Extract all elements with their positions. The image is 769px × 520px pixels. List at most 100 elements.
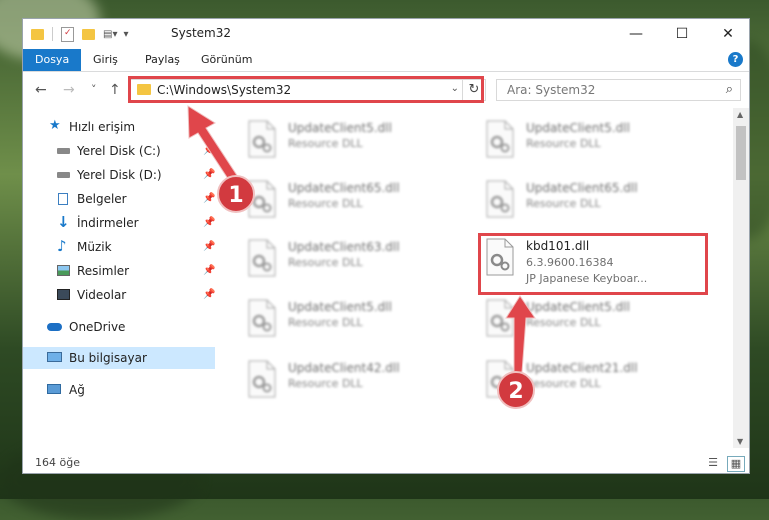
file-type: Resource DLL xyxy=(288,197,363,210)
properties-icon[interactable]: ✓ xyxy=(61,26,74,42)
drive-icon xyxy=(57,148,70,154)
file-name: UpdateClient65.dll xyxy=(288,181,400,195)
file-item[interactable]: UpdateClient63.dll Resource DLL xyxy=(246,237,466,281)
scroll-up-icon[interactable]: ▲ xyxy=(737,110,743,119)
tab-view[interactable]: Görünüm xyxy=(201,49,252,71)
dll-file-icon xyxy=(246,299,278,337)
search-input[interactable]: Ara: System32 xyxy=(507,83,595,97)
tab-file[interactable]: Dosya xyxy=(23,49,82,71)
sidebar-item-this-pc[interactable]: Bu bilgisayar xyxy=(23,347,215,369)
pin-icon[interactable]: 📌 xyxy=(203,164,215,186)
sidebar-item-label: Videolar xyxy=(77,288,127,302)
help-icon[interactable]: ? xyxy=(728,52,743,67)
dll-file-icon xyxy=(246,120,278,158)
sidebar-item-label: Resimler xyxy=(77,264,130,278)
star-icon: ★ xyxy=(49,118,61,133)
file-item[interactable]: UpdateClient5.dll Resource DLL xyxy=(246,118,466,162)
sidebar-item-label: İndirmeler xyxy=(77,216,139,230)
file-type: Resource DLL xyxy=(288,256,363,269)
dll-file-icon xyxy=(484,120,516,158)
address-highlight-box xyxy=(128,76,484,103)
sidebar-item-label: Belgeler xyxy=(77,192,127,206)
search-icon[interactable]: ⌕ xyxy=(726,82,733,97)
sidebar-item-network[interactable]: Ağ xyxy=(23,379,215,401)
quick-access-toolbar: ✓ ▤▾ ▾ xyxy=(31,26,129,42)
dll-file-icon xyxy=(246,360,278,398)
file-type: Resource DLL xyxy=(526,197,601,210)
navigation-pane: ★ Hızlı erişim Yerel Disk (C:) 📌 Yerel D… xyxy=(23,108,215,448)
sidebar-item-documents[interactable]: Belgeler 📌 xyxy=(23,188,215,210)
dll-file-icon xyxy=(246,239,278,277)
file-type: Resource DLL xyxy=(526,316,601,329)
file-name: UpdateClient21.dll xyxy=(526,361,638,375)
sidebar-item-local-disk-c[interactable]: Yerel Disk (C:) 📌 xyxy=(23,140,215,162)
sidebar-item-quick-access[interactable]: ★ Hızlı erişim xyxy=(23,116,215,138)
back-button[interactable]: ← xyxy=(35,82,47,98)
sidebar-item-label: Müzik xyxy=(77,240,112,254)
toolbar-dropdown-icon[interactable]: ▾ xyxy=(123,29,128,40)
pin-icon[interactable]: 📌 xyxy=(203,212,215,234)
file-name: UpdateClient5.dll xyxy=(526,300,630,314)
file-type: Resource DLL xyxy=(526,137,601,150)
ribbon-tabs: Dosya Giriş Paylaş Görünüm ? xyxy=(23,49,749,72)
forward-button[interactable]: → xyxy=(63,82,75,98)
sidebar-item-label: Ağ xyxy=(69,383,85,397)
minimize-button[interactable]: — xyxy=(613,19,659,49)
file-item[interactable]: UpdateClient5.dll Resource DLL xyxy=(484,118,704,162)
pin-icon[interactable]: 📌 xyxy=(203,188,215,210)
pin-icon[interactable]: 📌 xyxy=(203,140,215,162)
file-type: Resource DLL xyxy=(288,137,363,150)
sidebar-item-local-disk-d[interactable]: Yerel Disk (D:) 📌 xyxy=(23,164,215,186)
file-highlight-box xyxy=(478,233,708,295)
file-type: Resource DLL xyxy=(526,377,601,390)
search-box[interactable]: Ara: System32 ⌕ xyxy=(496,79,741,101)
file-item[interactable]: UpdateClient5.dll Resource DLL xyxy=(246,297,466,341)
drive-icon xyxy=(57,172,70,178)
sidebar-item-label: Yerel Disk (C:) xyxy=(77,144,161,158)
close-button[interactable]: ✕ xyxy=(705,19,749,49)
sidebar-item-downloads[interactable]: ↓ İndirmeler 📌 xyxy=(23,212,215,234)
file-item[interactable]: UpdateClient5.dll Resource DLL xyxy=(484,297,704,341)
tiles-view-icon[interactable]: ▦ xyxy=(727,456,745,472)
file-name: UpdateClient42.dll xyxy=(288,361,400,375)
vertical-scrollbar[interactable]: ▲ ▼ xyxy=(733,108,749,448)
film-icon xyxy=(57,289,70,300)
sidebar-item-label: Yerel Disk (D:) xyxy=(77,168,162,182)
file-name: UpdateClient5.dll xyxy=(288,300,392,314)
scroll-down-icon[interactable]: ▼ xyxy=(737,437,743,446)
sidebar-item-label: Bu bilgisayar xyxy=(69,351,147,365)
file-item[interactable]: UpdateClient65.dll Resource DLL xyxy=(246,178,466,222)
file-item[interactable]: UpdateClient65.dll Resource DLL xyxy=(484,178,704,222)
separator xyxy=(52,27,53,41)
title-bar: ✓ ▤▾ ▾ System32 — ☐ ✕ xyxy=(23,19,749,49)
file-item[interactable]: UpdateClient42.dll Resource DLL xyxy=(246,358,466,402)
sidebar-item-onedrive[interactable]: OneDrive xyxy=(23,316,215,338)
item-count: 164 öğe xyxy=(35,456,80,469)
pin-icon[interactable]: 📌 xyxy=(203,284,215,306)
recent-locations-button[interactable]: ˅ xyxy=(91,83,97,96)
step-badge-1: 1 xyxy=(217,175,255,213)
tab-share[interactable]: Paylaş xyxy=(145,49,180,71)
sidebar-item-pictures[interactable]: Resimler 📌 xyxy=(23,260,215,282)
pin-icon[interactable]: 📌 xyxy=(203,236,215,258)
sidebar-item-music[interactable]: ♪ Müzik 📌 xyxy=(23,236,215,258)
folder-icon[interactable] xyxy=(31,28,44,40)
network-icon xyxy=(47,384,61,394)
cloud-icon xyxy=(47,323,62,331)
pictures-icon xyxy=(57,265,70,276)
sidebar-item-label: OneDrive xyxy=(69,320,126,334)
scrollbar-thumb[interactable] xyxy=(736,126,746,180)
documents-icon xyxy=(58,193,68,205)
status-bar: 164 öğe ☰ ▦ xyxy=(23,453,749,473)
sidebar-item-label: Hızlı erişim xyxy=(69,120,136,134)
maximize-button[interactable]: ☐ xyxy=(659,19,705,49)
pin-icon[interactable]: 📌 xyxy=(203,260,215,282)
sidebar-item-videos[interactable]: Videolar 📌 xyxy=(23,284,215,306)
new-folder-icon[interactable] xyxy=(82,28,95,40)
computer-icon xyxy=(47,352,62,362)
up-button[interactable]: ↑ xyxy=(109,82,121,98)
tab-home[interactable]: Giriş xyxy=(93,49,118,71)
file-name: UpdateClient63.dll xyxy=(288,240,400,254)
details-view-icon[interactable]: ☰ xyxy=(705,456,721,470)
customize-toolbar-icon[interactable]: ▤▾ xyxy=(103,29,117,40)
